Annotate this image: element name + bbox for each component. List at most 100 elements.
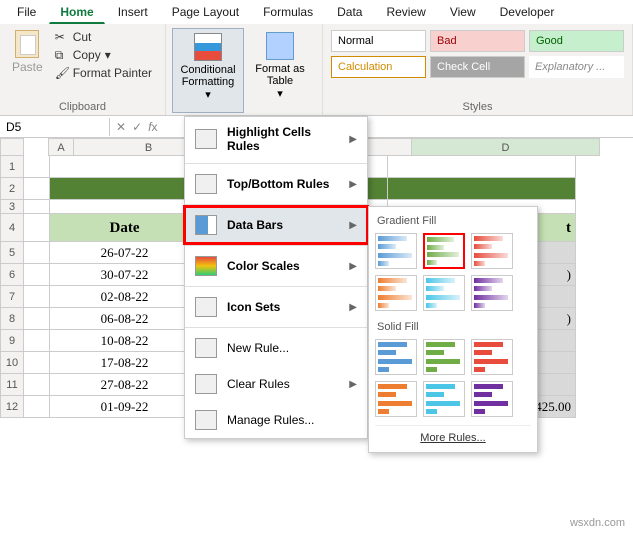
manage-rules-icon <box>195 410 217 430</box>
cell-date[interactable]: 02-08-22 <box>50 286 200 308</box>
chevron-right-icon: ▶ <box>349 134 357 145</box>
menu-highlight-cells-rules[interactable]: Highlight Cells Rules▶ <box>185 117 367 161</box>
style-check-cell[interactable]: Check Cell <box>430 56 525 78</box>
style-explanatory[interactable]: Explanatory ... <box>529 56 624 78</box>
cancel-icon[interactable]: ✕ <box>116 120 126 134</box>
name-box[interactable]: D5 <box>0 118 110 136</box>
cell[interactable] <box>24 374 50 396</box>
databar-gradient-orange[interactable] <box>375 275 417 311</box>
more-rules-link[interactable]: More Rules... <box>375 425 531 446</box>
color-scales-icon <box>195 256 217 276</box>
databar-gradient-blue[interactable] <box>375 233 417 269</box>
menu-new-rule[interactable]: New Rule... <box>185 330 367 366</box>
menu-clear-rules[interactable]: Clear Rules▶ <box>185 366 367 402</box>
databar-solid-green[interactable] <box>423 339 465 375</box>
style-good[interactable]: Good <box>529 30 624 52</box>
data-bars-icon <box>195 215 217 235</box>
highlight-cells-icon <box>195 129 217 149</box>
row-header[interactable]: 5 <box>0 242 24 264</box>
copy-button[interactable]: ⧉Copy ▾ <box>51 46 156 64</box>
row-header[interactable]: 9 <box>0 330 24 352</box>
paste-label: Paste <box>12 60 43 74</box>
databar-solid-purple[interactable] <box>471 381 513 417</box>
row-header[interactable]: 8 <box>0 308 24 330</box>
row-header[interactable]: 1 <box>0 156 24 178</box>
cell[interactable] <box>24 396 50 418</box>
cell[interactable] <box>24 286 50 308</box>
databar-gradient-purple[interactable] <box>471 275 513 311</box>
cell-date[interactable]: 01-09-22 <box>50 396 200 418</box>
format-as-table-button[interactable]: Format as Table ▾ <box>244 28 316 113</box>
solid-fill-label: Solid Fill <box>375 319 531 339</box>
copy-icon: ⧉ <box>55 48 69 62</box>
tab-view[interactable]: View <box>439 1 487 23</box>
ribbon-tabs: File Home Insert Page Layout Formulas Da… <box>0 0 633 24</box>
tab-insert[interactable]: Insert <box>107 1 159 23</box>
databar-gradient-red[interactable] <box>471 233 513 269</box>
top-bottom-icon <box>195 174 217 194</box>
databar-solid-orange[interactable] <box>375 381 417 417</box>
row-header[interactable]: 12 <box>0 396 24 418</box>
cell-date[interactable]: 30-07-22 <box>50 264 200 286</box>
style-bad[interactable]: Bad <box>430 30 525 52</box>
tab-home[interactable]: Home <box>49 1 104 24</box>
conditional-formatting-button[interactable]: Conditional Formatting ▾ <box>172 28 244 113</box>
chevron-right-icon: ▶ <box>349 302 357 313</box>
cell-date[interactable]: 06-08-22 <box>50 308 200 330</box>
fx-icon[interactable]: fx <box>148 120 157 134</box>
cell-date[interactable]: 10-08-22 <box>50 330 200 352</box>
style-calculation[interactable]: Calculation <box>331 56 426 78</box>
menu-manage-rules[interactable]: Manage Rules... <box>185 402 367 438</box>
paste-button[interactable]: Paste <box>6 28 49 82</box>
clipboard-group-label: Clipboard <box>0 101 165 113</box>
row-header[interactable]: 7 <box>0 286 24 308</box>
cell[interactable] <box>24 330 50 352</box>
tab-page-layout[interactable]: Page Layout <box>161 1 250 23</box>
databar-gradient-lightblue[interactable] <box>423 275 465 311</box>
conditional-formatting-menu: Highlight Cells Rules▶ Top/Bottom Rules▶… <box>184 116 368 439</box>
databar-solid-blue[interactable] <box>375 339 417 375</box>
cell[interactable] <box>24 264 50 286</box>
tab-developer[interactable]: Developer <box>489 1 566 23</box>
icon-sets-icon <box>195 297 217 317</box>
menu-color-scales[interactable]: Color Scales▶ <box>185 248 367 284</box>
style-normal[interactable]: Normal <box>331 30 426 52</box>
row-header[interactable]: 3 <box>0 200 24 214</box>
row-header[interactable]: 11 <box>0 374 24 396</box>
cell-date[interactable]: 27-08-22 <box>50 374 200 396</box>
row-header[interactable]: 2 <box>0 178 24 200</box>
cell-date[interactable]: 17-08-22 <box>50 352 200 374</box>
chevron-right-icon: ▶ <box>349 220 357 231</box>
row-header[interactable]: 10 <box>0 352 24 374</box>
menu-icon-sets[interactable]: Icon Sets▶ <box>185 289 367 325</box>
styles-group-label: Styles <box>323 101 632 113</box>
cell-date[interactable]: 26-07-22 <box>50 242 200 264</box>
tab-data[interactable]: Data <box>326 1 373 23</box>
gradient-fill-label: Gradient Fill <box>375 213 531 233</box>
format-painter-button[interactable]: 🖌Format Painter <box>51 64 156 82</box>
clear-rules-icon <box>195 374 217 394</box>
paste-icon <box>15 30 39 58</box>
chevron-right-icon: ▶ <box>349 179 357 190</box>
menu-data-bars[interactable]: Data Bars▶ <box>185 207 367 243</box>
select-all-triangle[interactable] <box>0 138 24 156</box>
col-header-d[interactable]: D <box>412 138 600 156</box>
enter-icon[interactable]: ✓ <box>132 120 142 134</box>
cell-styles-gallery[interactable]: Normal Bad Good Calculation Check Cell E… <box>329 28 626 80</box>
menu-top-bottom-rules[interactable]: Top/Bottom Rules▶ <box>185 166 367 202</box>
cell[interactable] <box>24 308 50 330</box>
cell[interactable] <box>24 242 50 264</box>
row-header[interactable]: 6 <box>0 264 24 286</box>
tab-formulas[interactable]: Formulas <box>252 1 324 23</box>
databar-gradient-green[interactable] <box>423 233 465 269</box>
row-header[interactable]: 4 <box>0 214 24 242</box>
col-header-a[interactable]: A <box>48 138 74 156</box>
tab-review[interactable]: Review <box>375 1 436 23</box>
format-as-table-icon <box>266 32 294 60</box>
cut-button[interactable]: ✂Cut <box>51 28 156 46</box>
tab-file[interactable]: File <box>6 1 47 23</box>
databar-solid-red[interactable] <box>471 339 513 375</box>
databar-solid-lightblue[interactable] <box>423 381 465 417</box>
cell[interactable] <box>24 352 50 374</box>
new-rule-icon <box>195 338 217 358</box>
